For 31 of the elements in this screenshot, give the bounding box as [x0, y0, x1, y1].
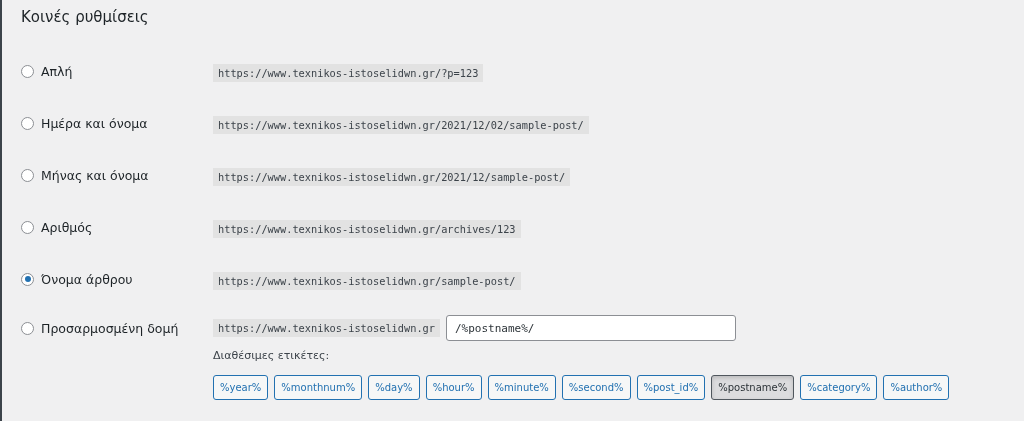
tag-button[interactable]: %hour% [425, 375, 482, 400]
option-label[interactable]: Μήνας και όνομα [41, 167, 149, 183]
radio-button[interactable] [21, 116, 34, 130]
tag-button[interactable]: %year% [213, 375, 269, 400]
option-label[interactable]: Προσαρμοσμένη δομή [41, 320, 179, 336]
section-title: Κοινές ρυθμίσεις [21, 7, 150, 28]
radio-button[interactable] [21, 321, 34, 335]
structure-input[interactable]: /%postname%/ [446, 315, 736, 341]
url-prefix: https://www.texnikos-istoselidwn.gr [213, 319, 440, 337]
tag-button[interactable]: %postname% [711, 375, 795, 400]
radio-button[interactable] [21, 220, 34, 234]
url-example: https://www.texnikos-istoselidwn.gr/sample-post/ [213, 271, 521, 290]
url-example: https://www.texnikos-istoselidwn.gr/?p=123 [213, 63, 484, 82]
url-example: https://www.texnikos-istoselidwn.gr/2021/12/02/sample-post/ [213, 115, 589, 134]
tag-button[interactable]: %monthnum% [274, 375, 363, 400]
radio-button[interactable] [21, 168, 34, 182]
tag-button[interactable]: %day% [368, 375, 420, 400]
url-example: https://www.texnikos-istoselidwn.gr/archives/123 [213, 219, 521, 238]
tag-button[interactable]: %author% [883, 375, 950, 400]
radio-button[interactable] [21, 64, 34, 78]
tag-button[interactable]: %post_id% [636, 375, 706, 400]
url-example: https://www.texnikos-istoselidwn.gr/2021/12/sample-post/ [213, 167, 571, 186]
option-label[interactable]: Απλή [41, 63, 73, 79]
tag-button[interactable]: %category% [800, 375, 878, 400]
option-label[interactable]: Όνομα άρθρου [41, 271, 133, 287]
option-label[interactable]: Ημέρα και όνομα [41, 115, 148, 131]
tag-button[interactable]: %minute% [487, 375, 556, 400]
option-label[interactable]: Αριθμός [41, 219, 93, 235]
tags-label: Διαθέσιμες ετικέτες: [213, 349, 331, 362]
radio-button[interactable] [21, 272, 34, 286]
tag-button[interactable]: %second% [561, 375, 631, 400]
